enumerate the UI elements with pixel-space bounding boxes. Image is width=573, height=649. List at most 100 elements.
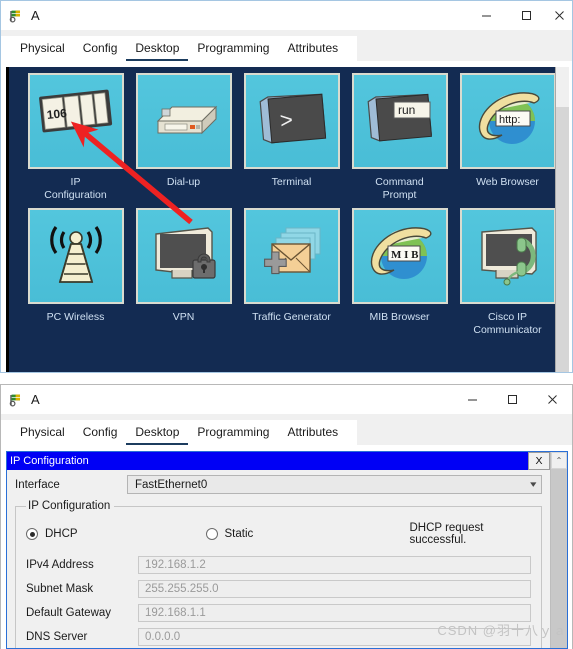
tab-programming[interactable]: Programming (188, 423, 278, 445)
desktop-item-label: Traffic Generator (252, 311, 331, 323)
static-radio[interactable]: Static (205, 528, 410, 540)
desktop-item-label: Terminal (271, 176, 312, 188)
desktop-item-dial-up[interactable]: Dial-up (130, 73, 237, 202)
desktop-window-titlebar[interactable]: A (1, 1, 572, 30)
desktop-item-label: MIB Browser (369, 311, 430, 323)
label-line-2: Configuration (44, 189, 107, 201)
subnet-mask-field[interactable]: 255.255.255.0 (138, 580, 531, 598)
maximize-button[interactable] (492, 385, 532, 414)
desktop-scrollbar-thumb[interactable] (556, 67, 569, 107)
ip-panel-scrollbar[interactable]: ⌃ (550, 452, 567, 648)
close-button[interactable] (532, 385, 572, 414)
desktop-item-traffic-generator[interactable]: Traffic Generator (238, 208, 345, 337)
terminal-tile[interactable]: > (243, 73, 340, 169)
ip-mode-row: DHCP Static DHCP request successful. (26, 522, 531, 546)
pc-wireless-tile[interactable] (27, 208, 124, 304)
default-gateway-field[interactable]: 192.168.1.1 (138, 604, 531, 622)
command-prompt-tile[interactable]: run (351, 73, 448, 169)
ip-panel-header: IP Configuration X (7, 452, 550, 470)
svg-text:run: run (398, 103, 415, 117)
scroll-up-arrow-icon[interactable]: ⌃ (551, 452, 567, 469)
tab-attributes[interactable]: Attributes (278, 39, 347, 61)
svg-text:>: > (278, 107, 293, 133)
command-prompt-icon: run (367, 93, 432, 142)
label-line-1: IP (70, 176, 81, 188)
desktop-item-label: IP Configuration (44, 176, 106, 202)
desktop-item-terminal[interactable]: > Terminal (238, 73, 345, 202)
web-browser-tile[interactable]: http: (459, 73, 556, 169)
pc-wireless-icon (49, 226, 102, 283)
dhcp-status-text: DHCP request successful. (409, 522, 484, 546)
traffic-generator-tile[interactable] (243, 208, 340, 304)
ip-panel-close-button[interactable]: X (528, 452, 550, 470)
ipconfig-window-title: A (31, 392, 40, 407)
maximize-button[interactable] (506, 1, 546, 30)
traffic-generator-icon (263, 227, 320, 275)
ipconfig-window-title-group: A (1, 392, 40, 408)
ip-panel-title: IP Configuration (10, 455, 89, 467)
web-browser-icon: http: (478, 92, 539, 144)
interface-selected-value: FastEthernet0 (135, 478, 208, 491)
packet-tracer-desktop-window: A Physical Config Desktop Programming At… (0, 0, 573, 373)
desktop-item-label: VPN (172, 311, 195, 323)
svg-text:M I B: M I B (391, 249, 419, 261)
desktop-item-ip-configuration[interactable]: 106 IP Configuration (22, 73, 129, 202)
tab-desktop[interactable]: Desktop (126, 423, 189, 445)
ip-configuration-tile[interactable]: 106 (27, 73, 124, 169)
dhcp-label: DHCP (45, 528, 78, 540)
tab-config[interactable]: Config (74, 39, 127, 61)
label-line-2: Prompt (382, 189, 417, 201)
tab-desktop[interactable]: Desktop (126, 39, 189, 61)
desktop-item-label: Web Browser (476, 176, 539, 188)
desktop-item-web-browser[interactable]: http: Web Browser (454, 73, 561, 202)
mib-browser-tile[interactable]: M I B (351, 208, 448, 304)
ipconfig-tabs: Physical Config Desktop Programming Attr… (1, 420, 358, 445)
desktop-item-pc-wireless[interactable]: PC Wireless (22, 208, 129, 337)
label-line-2: Communicator (473, 324, 542, 336)
dial-up-tile[interactable] (135, 73, 232, 169)
ipv4-address-label: IPv4 Address (26, 559, 94, 571)
ip-panel-content: Interface FastEthernet0 ▾ IP Configurati… (7, 470, 550, 648)
desktop-item-label: Cisco IP Communicator (473, 311, 541, 337)
desktop-window-controls (466, 1, 572, 30)
minimize-button[interactable] (466, 1, 506, 30)
dns-server-field[interactable]: 0.0.0.0 (138, 628, 531, 646)
desktop-tabs: Physical Config Desktop Programming Attr… (1, 36, 358, 61)
ipv4-address-field[interactable]: 192.168.1.2 (138, 556, 531, 574)
tab-physical[interactable]: Physical (11, 39, 74, 61)
svg-text:106: 106 (46, 106, 68, 122)
minimize-button[interactable] (452, 385, 492, 414)
desktop-window-title: A (31, 8, 40, 23)
desktop-item-vpn[interactable]: VPN (130, 208, 237, 337)
interface-select[interactable]: FastEthernet0 ▾ (127, 475, 542, 494)
tab-physical[interactable]: Physical (11, 423, 74, 445)
desktop-item-command-prompt[interactable]: run Command Prompt (346, 73, 453, 202)
ip-panel-viewport: IP Configuration X Interface FastEtherne… (7, 452, 550, 648)
desktop-scrollbar[interactable] (555, 67, 569, 372)
cisco-ip-communicator-tile[interactable] (459, 208, 556, 304)
ipconfig-window-tabstrip: Physical Config Desktop Programming Attr… (1, 414, 572, 445)
ip-configuration-icon: 106 (38, 89, 112, 133)
tab-attributes[interactable]: Attributes (278, 423, 347, 445)
vpn-tile[interactable] (135, 208, 232, 304)
subnet-mask-row: Subnet Mask 255.255.255.0 (26, 580, 531, 598)
desktop-window-tabstrip: Physical Config Desktop Programming Attr… (1, 30, 572, 61)
dhcp-radio[interactable]: DHCP (26, 528, 206, 540)
close-button[interactable] (546, 1, 572, 30)
dns-server-label: DNS Server (26, 631, 88, 643)
tab-config[interactable]: Config (74, 423, 127, 445)
ip-configuration-window: A Physical Config Desktop Programming At… (0, 384, 573, 649)
interface-row: Interface FastEthernet0 ▾ (15, 475, 542, 494)
desktop-item-label: Dial-up (166, 176, 201, 188)
ipconfig-window-titlebar[interactable]: A (1, 385, 572, 414)
desktop-item-mib-browser[interactable]: M I B MIB Browser (346, 208, 453, 337)
default-gateway-label: Default Gateway (26, 607, 112, 619)
subnet-mask-label: Subnet Mask (26, 583, 94, 595)
dial-up-modem-icon (156, 105, 217, 135)
label-line-1: Command (375, 176, 424, 188)
label-line-1: Cisco IP (487, 311, 528, 323)
packet-tracer-icon (9, 8, 25, 24)
desktop-item-cisco-ip-communicator[interactable]: Cisco IP Communicator (454, 208, 561, 337)
radio-dot-icon (205, 528, 218, 540)
tab-programming[interactable]: Programming (188, 39, 278, 61)
